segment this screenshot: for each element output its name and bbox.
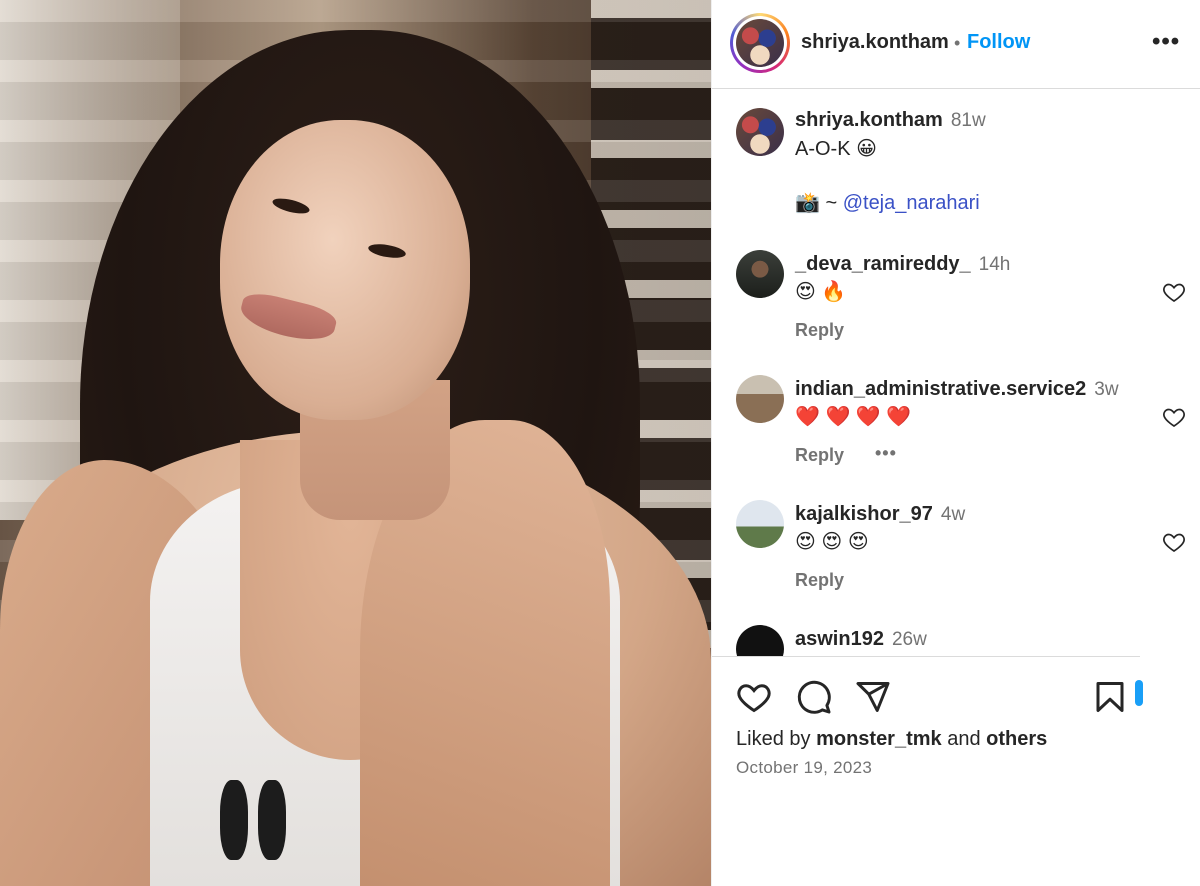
share-icon[interactable] <box>855 679 891 715</box>
reply-button[interactable]: Reply <box>795 445 844 466</box>
caption-time: 81w <box>950 110 986 131</box>
comment-avatar[interactable] <box>736 625 784 656</box>
author-avatar-image <box>736 19 784 67</box>
comment-text: 😍 😍 😍 <box>795 531 869 553</box>
follow-button[interactable]: Follow <box>967 31 1030 54</box>
liked-by-user-link[interactable]: monster_tmk <box>816 728 942 750</box>
comment-avatar[interactable] <box>736 375 784 423</box>
caption-username[interactable]: shriya.kontham 81w <box>795 109 986 132</box>
comment-username[interactable]: _deva_ramireddy_ 14h <box>795 253 1010 276</box>
author-avatar[interactable] <box>730 13 790 73</box>
comment-username[interactable]: kajalkishor_97 4w <box>795 503 965 526</box>
caption-text: A-O-K 😀 <box>795 138 877 160</box>
post-actions-bar <box>712 656 1140 736</box>
comment-avatar[interactable] <box>736 500 784 548</box>
likes-summary[interactable]: Liked by monster_tmk and others <box>736 728 1047 751</box>
comment-like-heart-icon[interactable] <box>1161 405 1187 429</box>
comment-more-icon[interactable]: ••• <box>875 443 897 464</box>
comment-username[interactable]: aswin192 26w <box>795 628 927 651</box>
credit-mention-link[interactable]: @teja_narahari <box>843 192 980 214</box>
post-photo[interactable] <box>0 0 711 886</box>
liked-by-others-link[interactable]: others <box>986 728 1047 750</box>
comment-icon[interactable] <box>796 679 832 715</box>
post-header: shriya.kontham • Follow ••• <box>712 0 1200 89</box>
comment-like-heart-icon[interactable] <box>1161 530 1187 554</box>
more-options-icon[interactable]: ••• <box>1152 28 1180 56</box>
comment-username[interactable]: indian_administrative.service2 3w <box>795 378 1119 401</box>
comment-text: 😍 🔥 <box>795 281 847 303</box>
author-username[interactable]: shriya.kontham <box>801 31 949 54</box>
comments-list[interactable]: shriya.kontham 81w A-O-K 😀 📸 ~ @teja_nara… <box>712 90 1140 656</box>
post-date: October 19, 2023 <box>736 758 873 777</box>
header-separator: • <box>954 33 961 53</box>
comment-like-heart-icon[interactable] <box>1161 280 1187 304</box>
photo-shirt-print <box>220 780 340 870</box>
reply-button[interactable]: Reply <box>795 570 844 591</box>
comment-text: ❤️ ❤️ ❤️ ❤️ <box>795 406 912 428</box>
photo-face <box>220 120 470 420</box>
reply-button[interactable]: Reply <box>795 320 844 341</box>
caption-credit: 📸 ~ @teja_narahari <box>795 192 980 214</box>
caption-avatar[interactable] <box>736 108 784 156</box>
scroll-indicator[interactable] <box>1135 680 1143 706</box>
comment-avatar[interactable] <box>736 250 784 298</box>
post-side-panel: shriya.kontham • Follow ••• shriya.konth… <box>711 0 1200 886</box>
bookmark-icon[interactable] <box>1092 679 1128 715</box>
heart-icon[interactable] <box>736 679 772 715</box>
